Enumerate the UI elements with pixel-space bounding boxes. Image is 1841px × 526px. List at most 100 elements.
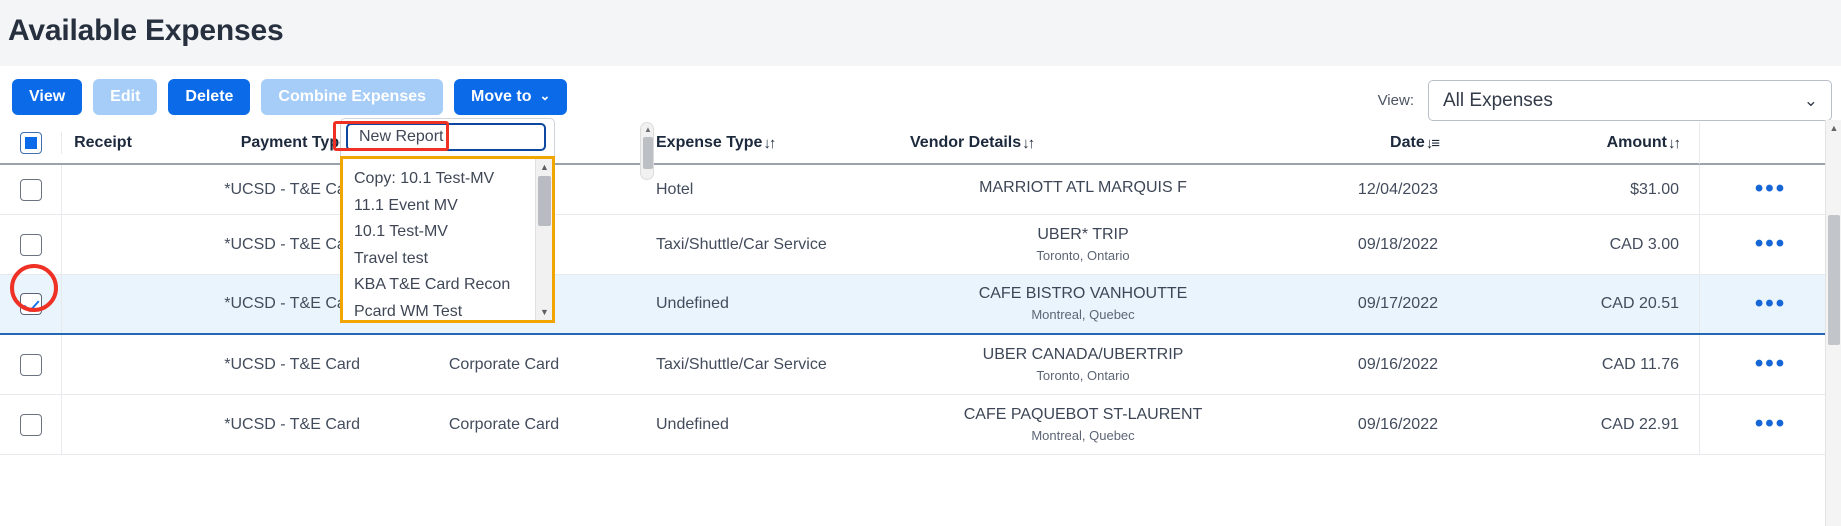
move-to-button[interactable]: Move to ⌄	[454, 79, 568, 116]
row-vendor-cell: UBER* TRIP Toronto, Ontario	[1036, 225, 1130, 263]
dropdown-item-2[interactable]: 10.1 Test-MV	[343, 219, 552, 246]
row-payment-type-cell: *UCSD - T&E Card	[224, 355, 360, 373]
row-receipt-cell	[62, 395, 144, 454]
dropdown-item-4[interactable]: KBA T&E Card Recon	[343, 272, 552, 299]
column-header-receipt[interactable]: Receipt	[62, 134, 144, 152]
table-row[interactable]: *UCSD - T&E Card Corporate Card Undefine…	[0, 395, 1841, 455]
row-expense-type-cell: Taxi/Shuttle/Car Service	[656, 355, 827, 373]
dropdown-item-0[interactable]: Copy: 10.1 Test-MV	[343, 166, 552, 193]
row-checkbox[interactable]	[19, 233, 42, 256]
column-header-amount[interactable]: Amount ↓↑	[1452, 134, 1699, 152]
scroll-up-icon[interactable]: ▲	[536, 159, 552, 175]
row-actions-cell: •••	[1699, 335, 1841, 394]
sort-icon: ↓↑	[1022, 134, 1035, 152]
table-row[interactable]: *UCSD - T&E Card Taxi/Shuttle/Car Servic…	[0, 215, 1841, 275]
table-header-row: Receipt Payment Type↓↑ Expense Type↓↑ Ve…	[0, 122, 1841, 165]
row-vendor-cell: UBER CANADA/UBERTRIP Toronto, Ontario	[982, 345, 1184, 383]
move-to-dropdown: New Report Copy: 10.1 Test-MV 11.1 Event…	[340, 118, 555, 323]
table-row-selected[interactable]: *UCSD - T&E Card Undefined CAFE BISTRO V…	[0, 275, 1841, 335]
row-more-actions-icon[interactable]: •••	[1755, 351, 1786, 376]
sort-icon: ↓↑	[763, 134, 776, 152]
row-amount-cell: CAD 22.91	[1600, 415, 1679, 433]
row-more-actions-icon[interactable]: •••	[1755, 291, 1786, 316]
select-all-cell	[0, 132, 62, 154]
table-scrollbar-thumb[interactable]	[643, 137, 653, 169]
column-header-vendor-details-label: Vendor Details	[910, 134, 1022, 151]
combine-expenses-button-label: Combine Expenses	[278, 88, 427, 105]
row-select-cell	[0, 165, 62, 214]
row-payment-type-cell: *UCSD - T&E Card	[224, 235, 360, 253]
row-amount-cell: CAD 20.51	[1600, 295, 1679, 312]
row-payment-type-cell: *UCSD - T&E Card	[224, 180, 360, 198]
column-header-expense-type-label: Expense Type	[656, 134, 763, 151]
table-scrollbar-stub[interactable]: ▲	[640, 122, 654, 180]
page-scrollbar-thumb[interactable]	[1828, 215, 1840, 345]
chevron-down-icon: ⌄	[1803, 90, 1818, 110]
table-row[interactable]: *UCSD - T&E Card Hotel MARRIOTT ATL MARQ…	[0, 165, 1841, 215]
row-checkbox[interactable]	[19, 353, 42, 376]
column-header-date-label: Date	[1390, 134, 1425, 151]
column-header-date[interactable]: Date ↓≡	[1262, 134, 1452, 152]
row-date-cell: 09/17/2022	[1357, 295, 1438, 312]
edit-button-label: Edit	[110, 88, 141, 105]
row-actions-cell: •••	[1699, 215, 1841, 274]
row-actions-cell: •••	[1699, 395, 1841, 454]
row-more-actions-icon[interactable]: •••	[1755, 231, 1786, 256]
row-vendor-cell: CAFE PAQUEBOT ST-LAURENT Montreal, Quebe…	[963, 405, 1203, 443]
row-vendor-cell: MARRIOTT ATL MARQUIS F	[979, 179, 1187, 196]
row-date-cell: 09/18/2022	[1357, 235, 1438, 253]
row-more-actions-icon[interactable]: •••	[1755, 176, 1786, 201]
new-report-option[interactable]: New Report	[346, 123, 546, 151]
row-checkbox[interactable]	[19, 413, 42, 436]
expenses-card: View Edit Delete Combine Expenses Move t…	[0, 66, 1841, 526]
dropdown-item-1[interactable]: 11.1 Event MV	[343, 193, 552, 220]
row-checkbox[interactable]	[19, 293, 42, 315]
row-card-cell: Corporate Card	[448, 415, 560, 433]
row-select-cell	[0, 395, 62, 454]
scroll-down-icon[interactable]: ▼	[536, 304, 552, 320]
row-actions-cell: •••	[1699, 165, 1841, 214]
page-scrollbar[interactable]: ▲	[1825, 120, 1841, 526]
select-all-checkbox[interactable]	[19, 132, 42, 154]
row-card-cell: Corporate Card	[448, 355, 560, 373]
row-date-cell: 09/16/2022	[1357, 355, 1438, 373]
dropdown-scrollbar[interactable]: ▲ ▼	[535, 159, 552, 320]
scroll-up-icon[interactable]: ▲	[642, 125, 654, 134]
column-header-payment-type[interactable]: Payment Type↓↑	[144, 134, 370, 152]
expenses-table: Receipt Payment Type↓↑ Expense Type↓↑ Ve…	[0, 122, 1841, 455]
dropdown-item-3[interactable]: Travel test	[343, 246, 552, 273]
delete-button[interactable]: Delete	[168, 79, 251, 116]
row-amount-cell: CAD 11.76	[1601, 355, 1679, 373]
chevron-down-icon: ⌄	[539, 88, 551, 103]
sort-icon: ↓↑	[1668, 134, 1681, 152]
row-date-cell: 09/16/2022	[1357, 415, 1438, 433]
row-amount-cell: $31.00	[1630, 180, 1679, 198]
row-receipt-cell	[62, 335, 144, 394]
column-header-receipt-label: Receipt	[74, 134, 132, 151]
column-header-expense-type[interactable]: Expense Type ↓↑	[638, 134, 910, 152]
row-select-cell	[0, 335, 62, 394]
row-receipt-cell	[62, 165, 144, 214]
row-payment-type-cell: *UCSD - T&E Card	[224, 415, 360, 433]
row-amount-cell: CAD 3.00	[1609, 235, 1679, 253]
row-checkbox[interactable]	[19, 178, 42, 201]
row-more-actions-icon[interactable]: •••	[1755, 411, 1786, 436]
view-select-value: All Expenses	[1443, 89, 1553, 111]
view-selector-label: View:	[1377, 92, 1414, 109]
view-button-label: View	[29, 88, 66, 105]
dropdown-scrollbar-thumb[interactable]	[538, 176, 551, 226]
edit-button[interactable]: Edit	[93, 79, 158, 116]
scroll-up-icon[interactable]: ▲	[1826, 120, 1841, 135]
view-button[interactable]: View	[12, 79, 83, 116]
table-row[interactable]: *UCSD - T&E Card Corporate Card Taxi/Shu…	[0, 335, 1841, 395]
move-to-dropdown-header: New Report	[340, 118, 555, 156]
combine-expenses-button[interactable]: Combine Expenses	[261, 79, 444, 116]
column-header-vendor-details[interactable]: Vendor Details ↓↑	[910, 134, 1262, 152]
delete-button-label: Delete	[185, 88, 234, 105]
page-title: Available Expenses	[8, 14, 284, 47]
expenses-page: Available Expenses View Edit Delete Comb…	[0, 0, 1841, 526]
view-select[interactable]: All Expenses ⌄	[1428, 80, 1832, 121]
row-receipt-cell	[62, 215, 144, 274]
action-toolbar: View Edit Delete Combine Expenses Move t…	[12, 79, 568, 116]
dropdown-item-5[interactable]: Pcard WM Test	[343, 299, 552, 321]
